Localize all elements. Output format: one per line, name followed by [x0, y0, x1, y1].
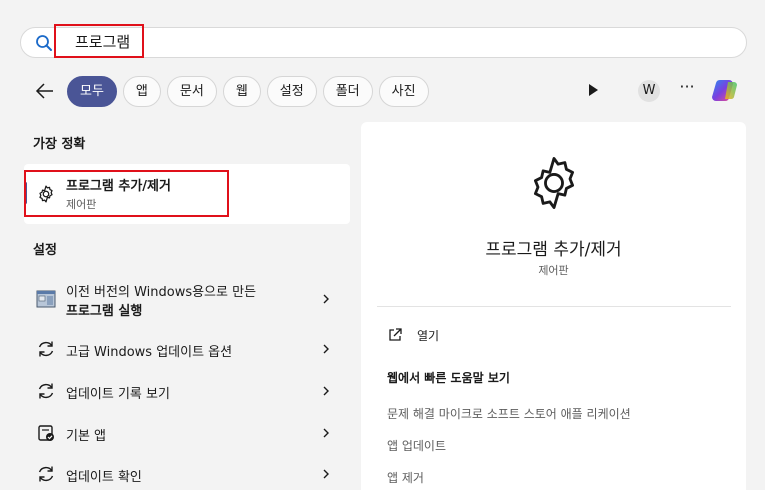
filter-chip-photos[interactable]: 사진: [378, 76, 429, 107]
filter-chip-documents[interactable]: 문서: [166, 76, 217, 107]
open-label: 열기: [417, 329, 440, 343]
compatibility-icon: [36, 290, 56, 308]
back-arrow-icon[interactable]: [34, 80, 56, 102]
setting-label: 업데이트 확인: [66, 470, 142, 485]
setting-item-default-apps[interactable]: 기본 앱: [24, 422, 350, 444]
copilot-icon[interactable]: [711, 76, 741, 106]
selection-accent-bar: [24, 182, 27, 204]
more-options-icon[interactable]: ···: [677, 79, 697, 100]
filter-chip-web[interactable]: 웹: [222, 76, 261, 107]
chevron-right-icon: [323, 344, 329, 354]
filter-chip-folders[interactable]: 폴더: [322, 76, 373, 107]
account-avatar[interactable]: W: [638, 80, 660, 102]
setting-item-update-history[interactable]: 업데이트 기록 보기: [24, 380, 350, 402]
filter-chip-apps[interactable]: 앱: [122, 76, 161, 107]
help-link-app-update[interactable]: 앱 업데이트: [387, 437, 446, 454]
help-link-store-troubleshoot[interactable]: 문제 해결 마이크로 소프트 스토어 애플 리케이션: [387, 405, 631, 422]
setting-item-check-updates[interactable]: 업데이트 확인: [24, 463, 350, 485]
divider: [377, 306, 731, 307]
filter-chip-settings[interactable]: 설정: [266, 76, 317, 107]
search-input[interactable]: [75, 28, 675, 57]
detail-panel: 프로그램 추가/제거 제어판 열기 웹에서 빠른 도움말 보기 문제 해결 마이…: [361, 122, 746, 490]
detail-subtitle: 제어판: [538, 264, 569, 277]
setting-item-advanced-update[interactable]: 고급 Windows 업데이트 옵션: [24, 338, 350, 360]
chevron-right-icon: [323, 294, 329, 304]
best-match-subtitle: 제어판: [66, 198, 97, 211]
filter-chip-all[interactable]: 모두: [67, 76, 117, 107]
setting-label: 업데이트 기록 보기: [66, 387, 170, 402]
help-link-app-remove[interactable]: 앱 제거: [387, 469, 424, 486]
setting-label: 기본 앱: [66, 429, 107, 444]
sync-icon: [38, 466, 54, 482]
web-help-heading: 웹에서 빠른 도움말 보기: [387, 371, 510, 385]
chevron-right-icon: [323, 428, 329, 438]
setting-label-line1: 이전 버전의 Windows용으로 만든: [66, 285, 257, 300]
setting-item-compatibility[interactable]: 이전 버전의 Windows용으로 만든 프로그램 실행: [24, 276, 350, 324]
open-external-icon: [389, 328, 402, 341]
best-match-result[interactable]: 프로그램 추가/제거 제어판: [24, 164, 350, 224]
best-match-title: 프로그램 추가/제거: [66, 179, 171, 194]
setting-label-line2: 프로그램 실행: [66, 304, 143, 319]
chevron-right-icon: [323, 386, 329, 396]
search-icon: [36, 35, 52, 51]
sync-icon: [38, 383, 54, 399]
play-icon[interactable]: [585, 82, 601, 98]
search-bar[interactable]: [20, 27, 747, 58]
settings-heading: 설정: [33, 243, 57, 258]
best-match-heading: 가장 정확: [33, 137, 86, 152]
filter-tabs: 모두 앱 문서 웹 설정 폴더 사진: [67, 76, 429, 107]
gear-icon: [39, 185, 53, 203]
setting-label: 고급 Windows 업데이트 옵션: [66, 345, 233, 360]
default-apps-icon: [38, 425, 54, 441]
detail-title: 프로그램 추가/제거: [485, 240, 622, 260]
chevron-right-icon: [323, 469, 329, 479]
gear-icon: [533, 157, 575, 209]
sync-icon: [38, 341, 54, 357]
